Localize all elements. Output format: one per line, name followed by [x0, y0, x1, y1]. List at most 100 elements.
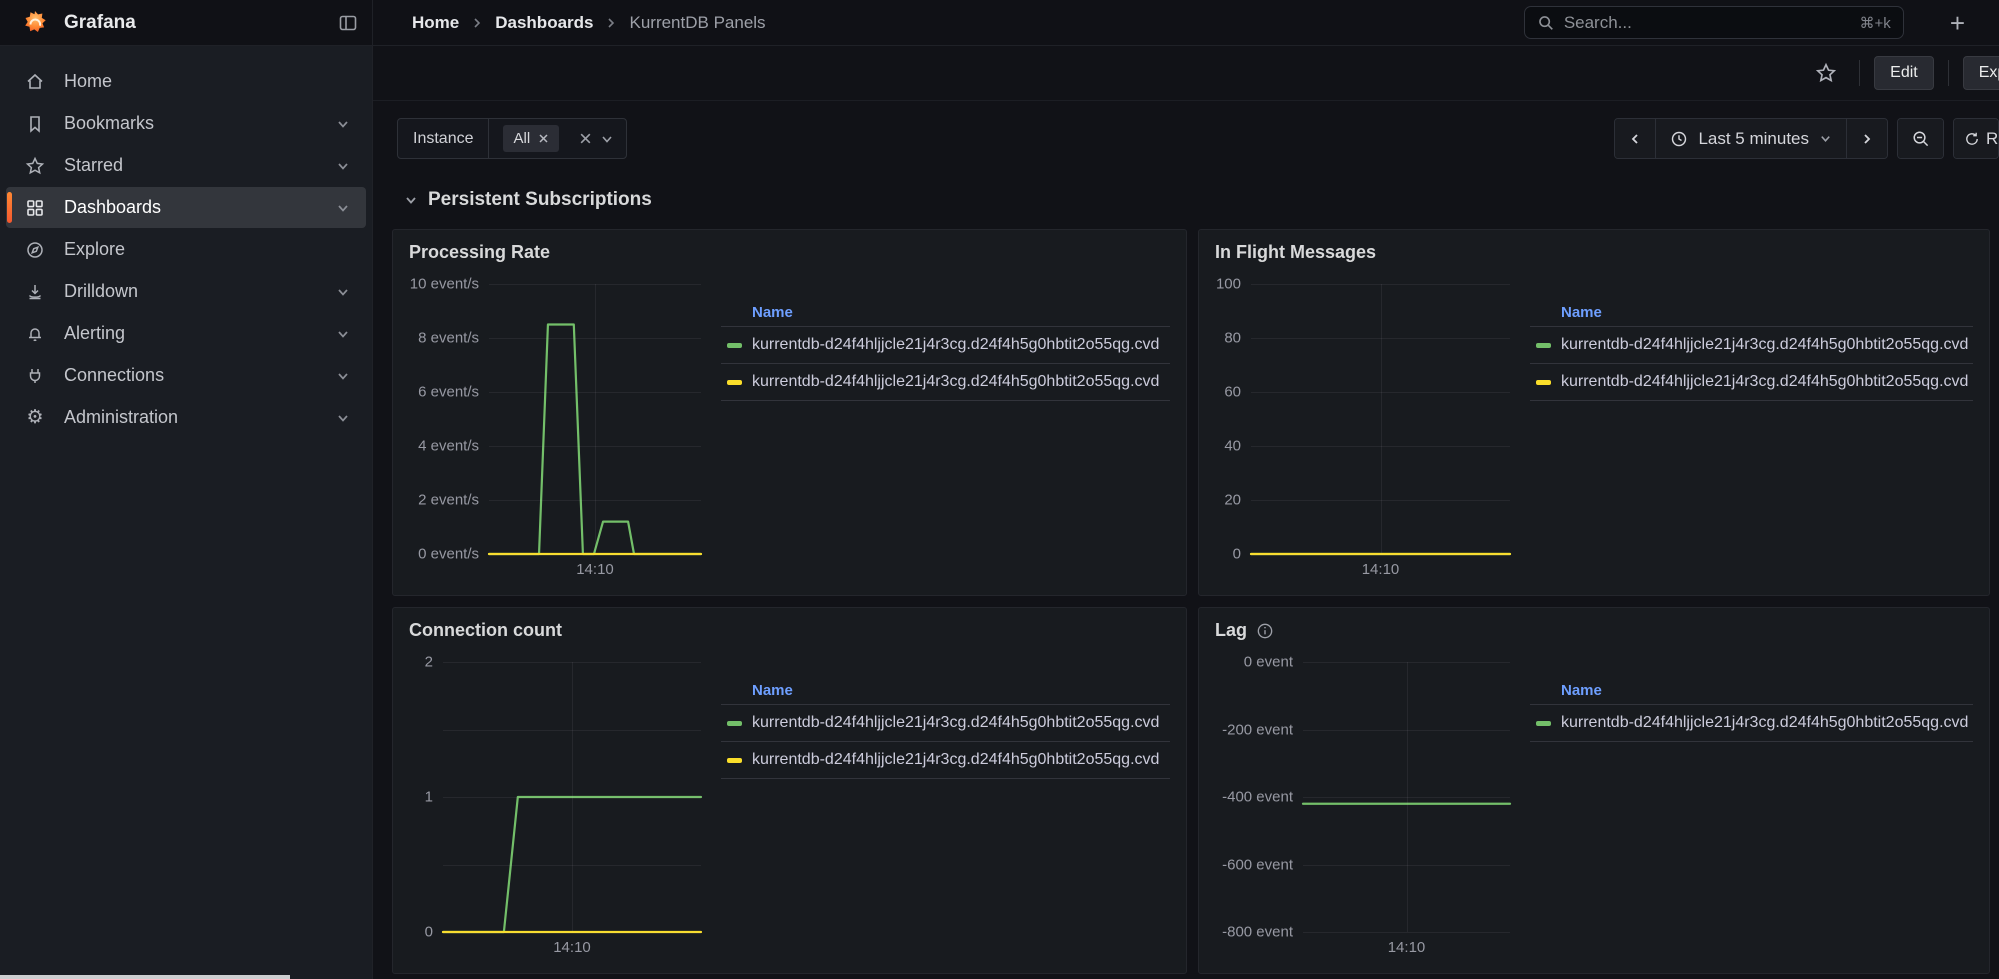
series-name: kurrentdb-d24f4hljjcle21j4r3cg.d24f4h5g0… [1561, 373, 1968, 391]
panel-header[interactable]: Connection count [393, 608, 1186, 647]
chevron-down-icon[interactable] [336, 117, 350, 131]
dock-menu-icon[interactable] [338, 13, 358, 33]
export-button[interactable]: Export [1963, 56, 1999, 90]
chevron-down-icon[interactable] [336, 369, 350, 383]
zoom-out-button[interactable] [1898, 119, 1943, 158]
legend-row[interactable]: kurrentdb-d24f4hljjcle21j4r3cg.d24f4h5g0… [721, 742, 1170, 779]
add-new-icon[interactable]: + [1950, 10, 1965, 36]
clock-icon [1670, 130, 1688, 148]
top-bar-brand-section: Grafana [0, 0, 373, 45]
breadcrumb-home[interactable]: Home [412, 13, 459, 33]
plot-area[interactable] [443, 662, 701, 932]
legend-row[interactable]: kurrentdb-d24f4hljjcle21j4r3cg.d24f4h5g0… [721, 364, 1170, 401]
row-persistent-subscriptions[interactable]: Persistent Subscriptions [404, 187, 1999, 213]
top-bar: Grafana Home Dashboards KurrentDB Panels [0, 0, 1999, 46]
y-axis: 0 event -200 event -400 event -600 event… [1207, 662, 1303, 932]
divider [1859, 60, 1860, 86]
sidebar-item-drilldown[interactable]: Drilldown [6, 271, 366, 312]
chevron-down-icon[interactable] [336, 411, 350, 425]
dashboard-header-actions: Edit Export [373, 46, 1999, 101]
y-axis-tick: 0 [425, 924, 433, 941]
series-color-swatch [727, 721, 742, 726]
filter-value-chip[interactable]: All [503, 125, 559, 152]
chevron-down-icon[interactable] [336, 201, 350, 215]
refresh-label: Refresh [1986, 129, 1999, 149]
grafana-logo-icon[interactable] [22, 10, 48, 36]
legend-name-header[interactable]: Name [752, 304, 793, 321]
time-series-chart: 0 event -200 event -400 event -600 event… [1207, 662, 1510, 956]
legend-table: Name kurrentdb-d24f4hljjcle21j4r3cg.d24f… [721, 299, 1170, 578]
panel-lag: Lag 0 event -200 event -400 event -600 e… [1198, 607, 1990, 974]
drilldown-icon [24, 282, 46, 302]
series-name: kurrentdb-d24f4hljjcle21j4r3cg.d24f4h5g0… [752, 714, 1159, 732]
dashboard-content: Edit Export Instance All [373, 46, 1999, 979]
legend-row[interactable]: kurrentdb-d24f4hljjcle21j4r3cg.d24f4h5g0… [1530, 364, 1973, 401]
plot-area[interactable] [489, 284, 701, 554]
time-series-chart: 10 event/s 8 event/s 6 event/s 4 event/s… [401, 284, 701, 578]
chevron-down-icon[interactable] [600, 132, 614, 146]
plot-area[interactable] [1303, 662, 1510, 932]
instance-filter[interactable]: Instance All [397, 118, 627, 159]
y-axis-tick: 100 [1216, 276, 1241, 293]
legend-name-header[interactable]: Name [1561, 304, 1602, 321]
breadcrumb: Home Dashboards KurrentDB Panels [412, 13, 766, 33]
info-icon[interactable] [1256, 622, 1274, 640]
collapse-chevron-icon[interactable] [404, 193, 418, 207]
y-axis-tick: 60 [1224, 384, 1241, 401]
nav-sidebar: Home Bookmarks Starred [0, 46, 373, 979]
x-axis-tick: 14:10 [576, 555, 614, 578]
dashboards-grid-icon [24, 198, 46, 218]
legend-row[interactable]: kurrentdb-d24f4hljjcle21j4r3cg.d24f4h5g0… [721, 705, 1170, 742]
time-shift-back-button[interactable] [1615, 119, 1655, 158]
sidebar-item-label: Connections [64, 365, 164, 386]
series-name: kurrentdb-d24f4hljjcle21j4r3cg.d24f4h5g0… [1561, 714, 1968, 732]
clear-filter-icon[interactable] [579, 132, 592, 145]
legend-name-header[interactable]: Name [1561, 682, 1602, 699]
time-shift-forward-button[interactable] [1846, 119, 1887, 158]
sidebar-item-label: Explore [64, 239, 125, 260]
sidebar-item-explore[interactable]: Explore [6, 229, 366, 270]
sidebar-item-dashboards[interactable]: Dashboards [6, 187, 366, 228]
chevron-down-icon[interactable] [336, 159, 350, 173]
legend-row[interactable]: kurrentdb-d24f4hljjcle21j4r3cg.d24f4h5g0… [1530, 705, 1973, 742]
panel-header[interactable]: Processing Rate [393, 230, 1186, 269]
active-item-accent-bar [7, 192, 12, 223]
sidebar-item-starred[interactable]: Starred [6, 145, 366, 186]
sidebar-item-label: Starred [64, 155, 123, 176]
breadcrumb-dashboards[interactable]: Dashboards [495, 13, 593, 33]
remove-value-icon[interactable] [538, 133, 549, 144]
favorite-star-icon[interactable] [1815, 62, 1837, 84]
legend-row[interactable]: kurrentdb-d24f4hljjcle21j4r3cg.d24f4h5g0… [721, 327, 1170, 364]
sidebar-item-alerting[interactable]: Alerting [6, 313, 366, 354]
y-axis-tick: 20 [1224, 492, 1241, 509]
top-bar-actions: Search... ⌘+k + [1524, 6, 1999, 39]
chevron-down-icon[interactable] [336, 285, 350, 299]
series-name: kurrentdb-d24f4hljjcle21j4r3cg.d24f4h5g0… [752, 373, 1159, 391]
legend-name-header[interactable]: Name [752, 682, 793, 699]
refresh-group: Refresh [1953, 118, 1999, 159]
sidebar-item-bookmarks[interactable]: Bookmarks [6, 103, 366, 144]
sidebar-item-label: Dashboards [64, 197, 161, 218]
refresh-button[interactable]: Refresh [1954, 119, 1999, 158]
panel-header[interactable]: Lag [1199, 608, 1989, 647]
edit-button[interactable]: Edit [1874, 56, 1934, 90]
panel-connection-count: Connection count 2 1 0 14:10 [392, 607, 1187, 974]
sidebar-item-home[interactable]: Home [6, 61, 366, 102]
chevron-down-icon[interactable] [336, 327, 350, 341]
sidebar-item-label: Home [64, 71, 112, 92]
panel-header[interactable]: In Flight Messages [1199, 230, 1989, 269]
search-input[interactable]: Search... ⌘+k [1524, 6, 1904, 39]
y-axis: 2 1 0 [401, 662, 443, 932]
plot-area[interactable] [1251, 284, 1510, 554]
y-axis-tick: 2 event/s [418, 492, 479, 509]
chevron-down-icon [1819, 132, 1832, 145]
time-range-picker[interactable]: Last 5 minutes [1655, 119, 1846, 158]
sidebar-item-administration[interactable]: ⚙ Administration [6, 397, 366, 438]
plug-icon [24, 366, 46, 386]
bottom-edge-strip [0, 975, 290, 979]
sidebar-item-connections[interactable]: Connections [6, 355, 366, 396]
search-icon [1537, 14, 1555, 32]
legend-row[interactable]: kurrentdb-d24f4hljjcle21j4r3cg.d24f4h5g0… [1530, 327, 1973, 364]
chevron-right-icon [471, 17, 483, 29]
row-title: Persistent Subscriptions [428, 189, 652, 211]
